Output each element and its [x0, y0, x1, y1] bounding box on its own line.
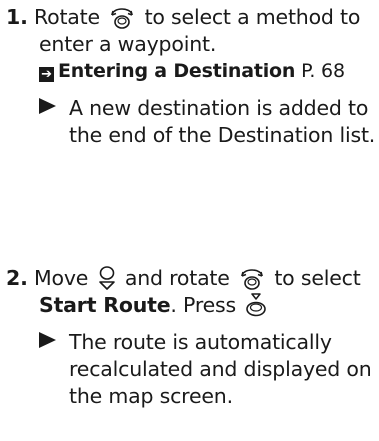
rotate-knob-icon [108, 6, 136, 30]
step-1: 1. Rotate to select a method to enter a … [6, 4, 376, 149]
result-block: A new destination is added to the end of… [6, 95, 376, 149]
result-line: The route is automatically [39, 329, 374, 356]
result-triangle-icon [39, 332, 56, 348]
reference-page: P. 68 [301, 60, 345, 82]
step-number: 2. [6, 266, 28, 290]
step-text: Rotate [33, 5, 100, 29]
step-text: to select [274, 266, 361, 290]
reference-arrow-icon: ➔ [39, 67, 54, 82]
result-block: The route is automatically recalculated … [6, 329, 374, 410]
result-line: A new destination is added to [39, 95, 374, 122]
cross-reference: ➔ Entering a Destination P. 68 [6, 58, 374, 85]
result-triangle-icon [39, 98, 56, 114]
step-text: to select a method to [144, 5, 361, 29]
result-line: the map screen. [69, 384, 233, 408]
step-text: . Press [170, 293, 237, 317]
result-line: the end of the Destination list. [69, 123, 376, 147]
menu-item-name: Start Route [39, 293, 171, 317]
reference-title: Entering a Destination [58, 60, 296, 82]
press-knob-icon [244, 292, 268, 318]
step-2-line-2: Start Route. Press [6, 292, 374, 319]
rotate-knob-icon [238, 267, 266, 291]
result-line: recalculated and displayed on [69, 357, 372, 381]
step-text: Move [33, 266, 89, 290]
move-down-icon [97, 265, 117, 291]
step-text: and rotate [124, 266, 230, 290]
step-2: 2. Move and rotate to select Start Route… [6, 265, 374, 410]
step-2-line-1: 2. Move and rotate to select [6, 265, 374, 292]
step-1-line-1: 1. Rotate to select a method to [6, 4, 374, 31]
step-number: 1. [6, 5, 28, 29]
step-1-line-2: enter a waypoint. [39, 32, 217, 56]
